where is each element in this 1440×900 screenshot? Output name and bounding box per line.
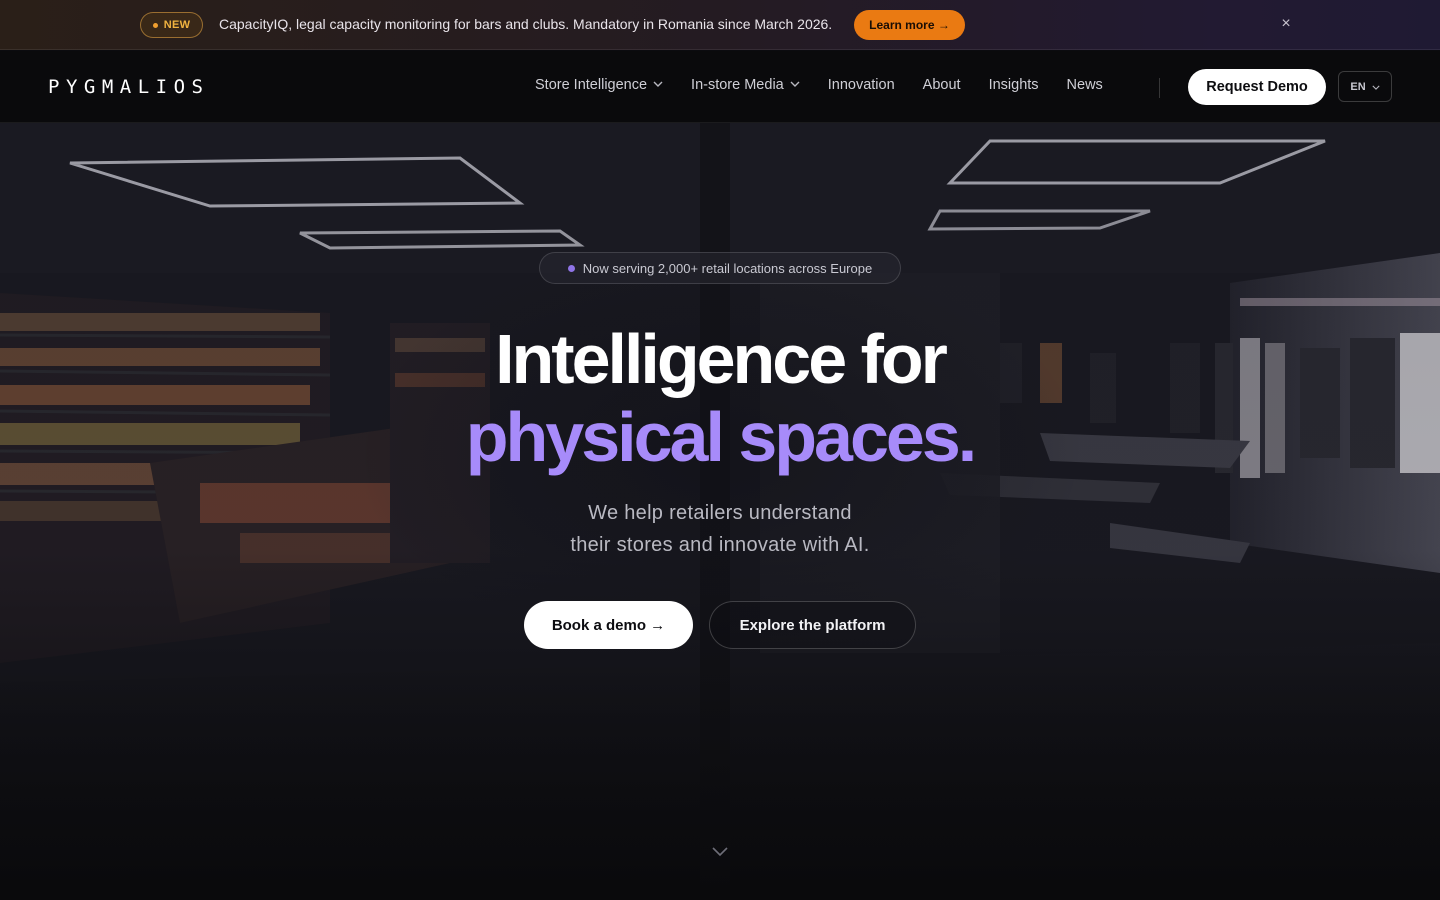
status-dot-icon bbox=[567, 264, 575, 272]
nav-links: Store Intelligence In-store Media Innova… bbox=[535, 77, 1131, 93]
nav-item-label: In-store Media bbox=[691, 77, 784, 93]
announcement-text: CapacityIQ, legal capacity monitoring fo… bbox=[219, 16, 833, 32]
close-icon[interactable]: × bbox=[1277, 15, 1295, 33]
pill-text: Now serving 2,000+ retail locations acro… bbox=[582, 260, 873, 276]
hero-headline: Intelligence for physical spaces. bbox=[0, 320, 1440, 476]
nav-item-news[interactable]: News bbox=[1067, 77, 1103, 93]
main-navbar: PYGMALIOS Store Intelligence In-store Me… bbox=[0, 51, 1440, 123]
nav-divider bbox=[1159, 78, 1160, 98]
nav-item-innovation[interactable]: Innovation bbox=[828, 77, 895, 93]
hero-section: Now serving 2,000+ retail locations acro… bbox=[0, 123, 1440, 900]
chevron-down-icon bbox=[790, 79, 800, 90]
nav-item-label: Store Intelligence bbox=[535, 77, 648, 93]
nav-item-in-store-media[interactable]: In-store Media bbox=[691, 77, 800, 93]
headline-line-2: physical spaces. bbox=[465, 398, 977, 476]
new-badge: NEW bbox=[140, 12, 203, 38]
language-selector[interactable]: EN bbox=[1338, 71, 1392, 102]
subhead-line-1: We help retailers understand bbox=[588, 502, 852, 524]
logo[interactable]: PYGMALIOS bbox=[48, 75, 209, 99]
language-label: EN bbox=[1350, 80, 1366, 93]
logo-text: PYGMALIOS bbox=[48, 76, 210, 98]
nav-item-insights[interactable]: Insights bbox=[989, 77, 1039, 93]
badge-dot-icon bbox=[152, 22, 158, 28]
hero-subheading: We help retailers understand their store… bbox=[0, 497, 1440, 561]
request-demo-button[interactable]: Request Demo bbox=[1188, 69, 1326, 105]
scroll-down-icon[interactable] bbox=[711, 845, 729, 857]
book-demo-button[interactable]: Book a demo → bbox=[524, 601, 693, 649]
chevron-down-icon bbox=[1372, 81, 1380, 93]
nav-item-about[interactable]: About bbox=[923, 77, 961, 93]
new-badge-label: NEW bbox=[163, 19, 191, 31]
announcement-bar: NEW CapacityIQ, legal capacity monitorin… bbox=[0, 0, 1440, 50]
nav-item-store-intelligence[interactable]: Store Intelligence bbox=[535, 77, 663, 93]
subhead-line-2: their stores and innovate with AI. bbox=[570, 534, 870, 556]
explore-platform-button[interactable]: Explore the platform bbox=[709, 601, 916, 649]
announcement-pill: Now serving 2,000+ retail locations acro… bbox=[539, 252, 901, 284]
chevron-down-icon bbox=[653, 79, 663, 90]
headline-line-1: Intelligence for bbox=[495, 320, 948, 398]
learn-more-button[interactable]: Learn more → bbox=[854, 10, 965, 40]
